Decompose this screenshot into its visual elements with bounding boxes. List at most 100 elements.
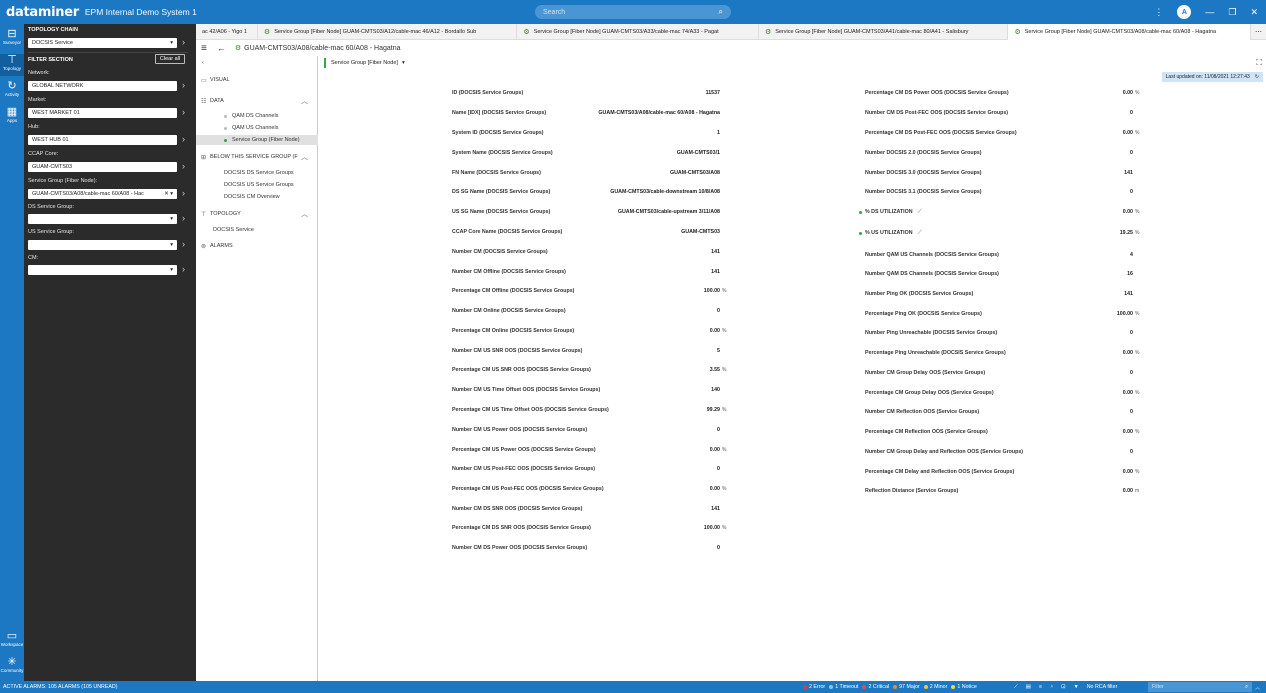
select-value: WEST MARKET 01: [32, 110, 80, 116]
tree-qam-us[interactable]: QAM US Channels: [196, 123, 318, 133]
tab-salisbury[interactable]: ⚙ Service Group [Fiber Node] GUAM-CMTS03/…: [759, 24, 1009, 40]
network-select[interactable]: GLOBAL NETWORK: [28, 81, 177, 91]
tree-visual[interactable]: ▭ VISUAL: [196, 75, 318, 85]
cm-next-icon[interactable]: ›: [182, 264, 185, 274]
parameter-name: FN Name (DOCSIS Service Groups): [452, 170, 541, 176]
alarm-counter[interactable]: 2 Critical: [862, 684, 889, 690]
parameter-value: 0.00: [1122, 390, 1133, 396]
more-tabs-icon[interactable]: ⋯: [1251, 24, 1266, 39]
nav-workspace[interactable]: ▭ Workspace: [0, 630, 24, 652]
parameter-name: Percentage CM Offline (DOCSIS Service Gr…: [452, 288, 575, 294]
back-arrow-icon[interactable]: ←: [217, 43, 226, 53]
list-icon[interactable]: ▤: [1026, 684, 1031, 690]
nav-topology[interactable]: ⊤ Topology: [0, 54, 24, 76]
search-icon[interactable]: ⌕: [719, 7, 723, 17]
network-next-icon[interactable]: ›: [182, 80, 185, 90]
alarm-counter[interactable]: 1 Timeout: [829, 684, 858, 690]
filter-icon[interactable]: ▼: [1073, 684, 1078, 690]
global-search[interactable]: Search ⌕: [535, 5, 731, 19]
search-icon[interactable]: ⌕: [1245, 684, 1248, 691]
parameter-name: Number Ping OK (DOCSIS Service Groups): [865, 291, 974, 297]
search-placeholder: Search: [543, 8, 566, 16]
more-icon[interactable]: ⋮: [1154, 7, 1163, 18]
tree-alarms[interactable]: ⊚ ALARMS: [196, 241, 318, 251]
nav-community[interactable]: ✳ Community: [0, 656, 24, 678]
tree-ds-sg[interactable]: DOCSIS DS Service Groups: [196, 168, 318, 178]
ccap-next-icon[interactable]: ›: [182, 161, 185, 171]
fullscreen-icon[interactable]: ⛶: [1256, 58, 1262, 68]
tab-bordallo[interactable]: ⚙ Service Group [Fiber Node] GUAM-CMTS03/…: [258, 24, 518, 40]
nav-surveyor[interactable]: ⊟ Surveyor: [0, 28, 24, 50]
parameter-value: 0.00: [709, 447, 720, 453]
dropdown-icon: ▾: [401, 60, 405, 66]
clear-select-icon[interactable]: ✕ ▾: [164, 191, 173, 197]
tree-data[interactable]: ☷ DATA ︿: [196, 96, 318, 106]
market-next-icon[interactable]: ›: [182, 107, 185, 117]
card-header: ≡ ← ⚙ GUAM-CMTS03/A08/cable-mac 60/A08 -…: [196, 40, 1266, 56]
collapse-tree-icon[interactable]: ‹: [196, 58, 318, 68]
service-group-select[interactable]: GUAM-CMTS03/A08/cable-mac 60/A08 - Hac ✕…: [28, 189, 177, 199]
active-alarms-text[interactable]: ACTIVE ALARMS: 105 ALARMS (105 UNREAD): [3, 684, 118, 690]
tree-below[interactable]: ⊞ BELOW THIS SERVICE GROUP (F ︿: [196, 152, 318, 162]
menu-icon[interactable]: ≡: [201, 43, 207, 54]
ds-sg-next-icon[interactable]: ›: [182, 213, 185, 223]
cm-select[interactable]: ▾: [28, 265, 177, 275]
chevron-up-icon[interactable]: ︿: [1255, 683, 1260, 691]
clear-all-button[interactable]: Clear all: [155, 54, 185, 64]
alarm-filter-input[interactable]: Filter ⌕: [1148, 682, 1252, 692]
close-icon[interactable]: ✕: [1250, 7, 1258, 18]
tab-hagatna[interactable]: ⚙ Service Group [Fiber Node] GUAM-CMTS03/…: [1008, 24, 1251, 40]
parameter-row: Reflection Distance (Service Groups) 0.00…: [865, 485, 1141, 497]
tree-service-group[interactable]: Service Group (Fiber Node): [196, 135, 318, 145]
trend-chart-icon[interactable]: ⟋: [918, 209, 922, 216]
us-service-group-select[interactable]: ▾: [28, 240, 177, 250]
alarm-counter[interactable]: 2 Minor: [923, 684, 947, 690]
parameter-name: Number DOCSIS 3.0 (DOCSIS Service Groups…: [865, 170, 982, 176]
page-select[interactable]: Service Group [Fiber Node] ▾: [324, 58, 405, 68]
tree-topology[interactable]: ⊤ TOPOLOGY ︿: [196, 209, 318, 219]
tree-us-sg[interactable]: DOCSIS US Service Groups: [196, 180, 318, 190]
sort-icon[interactable]: ≡: [1039, 684, 1042, 690]
market-select[interactable]: WEST MARKET 01: [28, 108, 177, 118]
chain-next-icon[interactable]: ›: [182, 37, 185, 47]
tree-docsis-service[interactable]: DOCSIS Service: [196, 225, 318, 235]
tab-pagat[interactable]: ⚙ Service Group [Fiber Node] GUAM-CMTS03/…: [517, 24, 759, 40]
ccap-core-select[interactable]: GUAM-CMTS03: [28, 162, 177, 172]
tree-cm-overview[interactable]: DOCSIS CM Overview: [196, 192, 318, 202]
alarm-counter[interactable]: 97 Major: [893, 684, 920, 690]
tree-qam-ds[interactable]: QAM DS Channels: [196, 111, 318, 121]
hub-label: Hub:: [28, 124, 40, 130]
filter-section-label: FILTER SECTION: [28, 57, 73, 63]
dashboard-icon[interactable]: ◔: [1050, 684, 1053, 690]
severity-dot: [803, 684, 807, 689]
parameter-value: 0.00: [1122, 209, 1133, 215]
alarm-counter[interactable]: 1 Notice: [951, 684, 977, 690]
alarm-counter[interactable]: 2 Error: [803, 684, 825, 690]
hub-select[interactable]: WEST HUB 01: [28, 135, 177, 145]
ds-service-group-select[interactable]: ▾: [28, 214, 177, 224]
topology-chain-select[interactable]: DOCSIS Service ▾: [28, 38, 177, 48]
card-navigation-tree: ‹ ▭ VISUAL ☷ DATA ︿ QAM DS Channels QAM US …: [196, 56, 318, 681]
rca-icon[interactable]: ⊡: [1061, 684, 1065, 690]
chevron-up-icon[interactable]: ︿: [301, 96, 308, 106]
chevron-up-icon[interactable]: ︿: [301, 152, 308, 162]
service-group-next-icon[interactable]: ›: [182, 188, 185, 198]
trend-chart-icon[interactable]: ⟋: [918, 230, 922, 237]
us-sg-next-icon[interactable]: ›: [182, 239, 185, 249]
parameter-row: Number CM Reflection OOS (Service Groups…: [865, 406, 1141, 418]
avatar[interactable]: A: [1177, 5, 1192, 19]
parameter-row: Number CM Offline (DOCSIS Service Groups…: [452, 266, 728, 278]
window-controls: ⋮ A — ❐ ✕: [1154, 0, 1258, 24]
tab-yigo[interactable]: ac 42/A06 - Yigo 1: [196, 24, 258, 40]
nav-activity[interactable]: ↻ Activity: [0, 80, 24, 102]
refresh-icon[interactable]: ↻: [1255, 74, 1259, 80]
nav-apps[interactable]: ▦ Apps: [0, 106, 24, 128]
trend-icon[interactable]: ⟋: [1014, 684, 1018, 691]
hub-next-icon[interactable]: ›: [182, 134, 185, 144]
maximize-icon[interactable]: ❐: [1228, 7, 1236, 18]
tab-label: Service Group [Fiber Node] GUAM-CMTS03/A…: [533, 29, 719, 35]
chevron-up-icon[interactable]: ︿: [301, 209, 308, 219]
parameter-row: Number Ping Unreachable (DOCSIS Service …: [865, 327, 1141, 339]
parameter-name: Number DOCSIS 2.0 (DOCSIS Service Groups…: [865, 150, 982, 156]
minimize-icon[interactable]: —: [1205, 7, 1214, 17]
